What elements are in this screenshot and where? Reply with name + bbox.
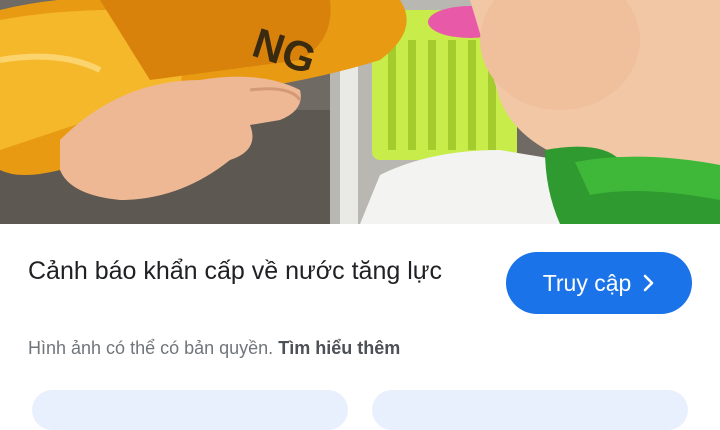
action-chip-left[interactable] (32, 390, 348, 430)
action-chip-right[interactable] (372, 390, 688, 430)
visit-button[interactable]: Truy cập (506, 252, 692, 314)
copyright-notice: Hình ảnh có thể có bản quyền. Tìm hiểu t… (28, 338, 400, 359)
visit-button-label: Truy cập (542, 269, 632, 296)
learn-more-link[interactable]: Tìm hiểu thêm (278, 338, 400, 358)
result-title[interactable]: Cảnh báo khẩn cấp về nước tăng lực (28, 254, 468, 289)
copyright-text: Hình ảnh có thể có bản quyền. (28, 338, 274, 358)
chevron-right-icon (643, 274, 655, 292)
photo-illustration: NG (0, 0, 720, 224)
result-image[interactable]: NG (0, 0, 720, 224)
